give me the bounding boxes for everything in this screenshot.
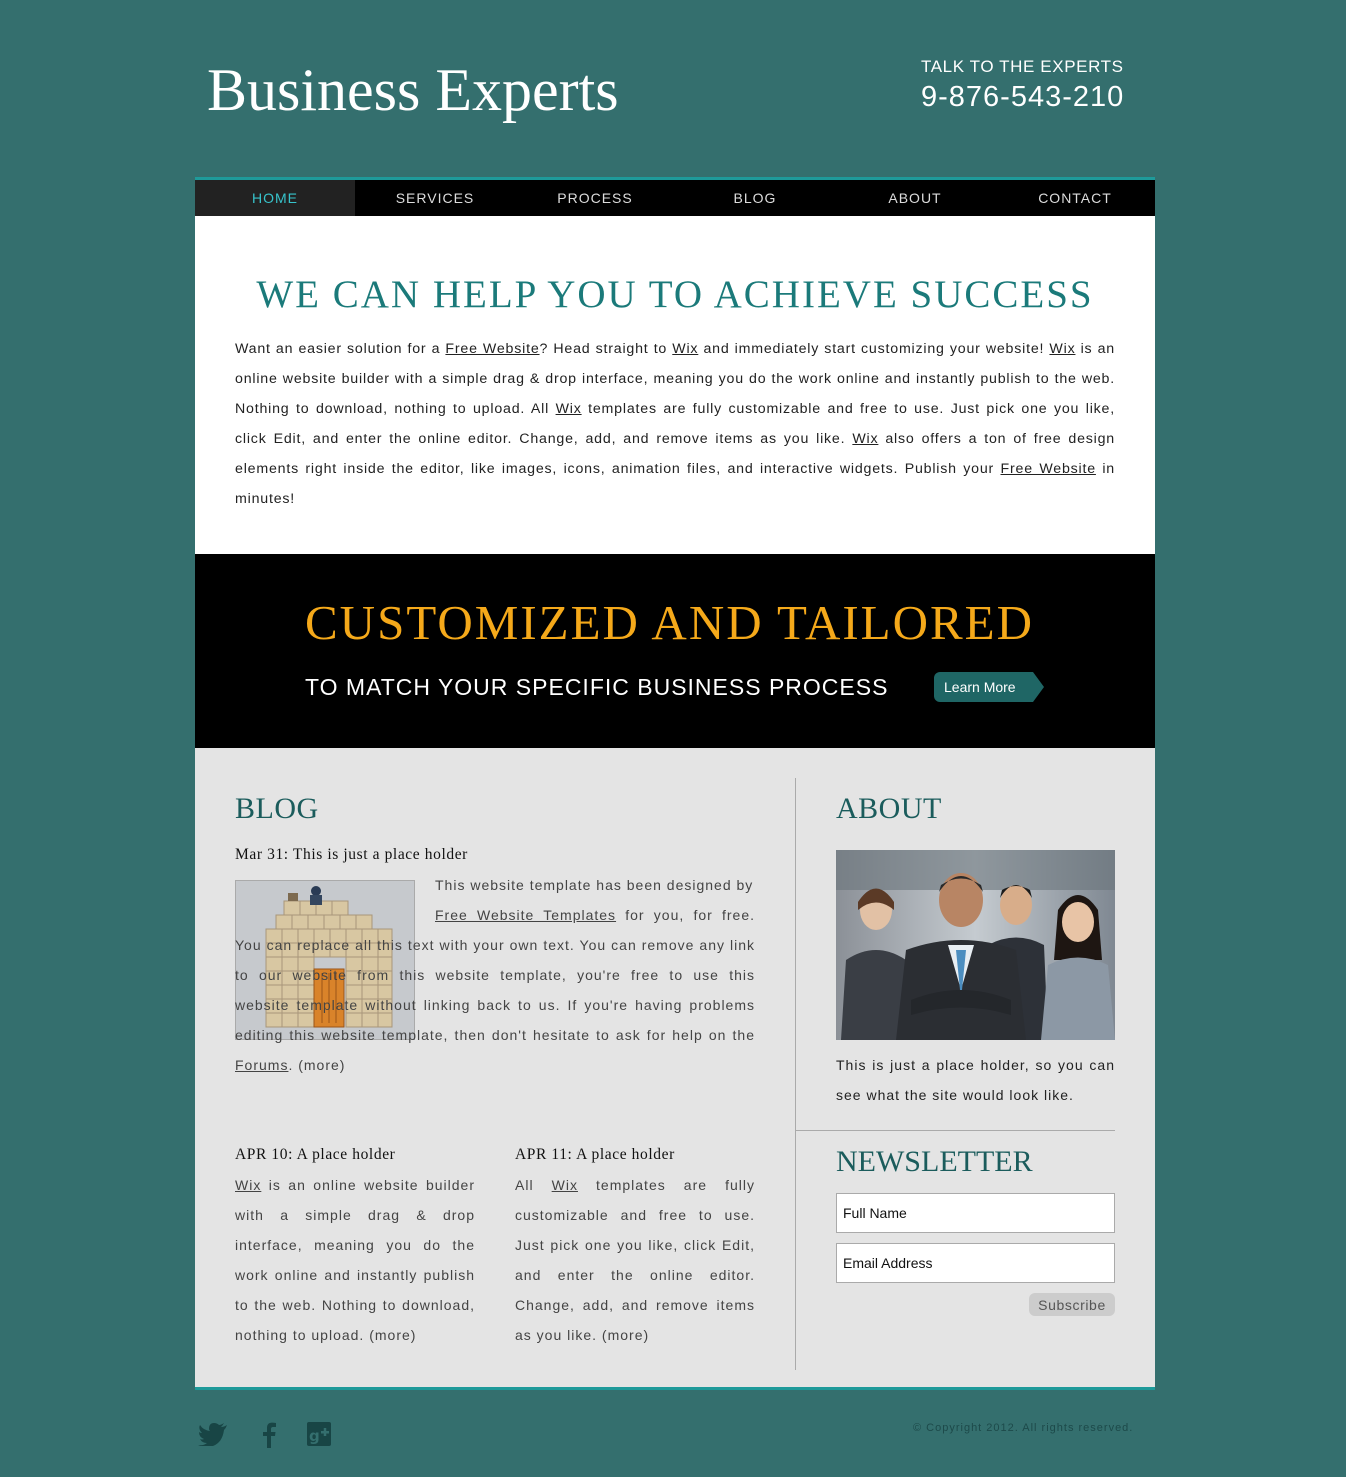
hero-text: and immediately start customizing your w…: [698, 341, 1050, 357]
post-text: This website template has been designed …: [435, 877, 754, 893]
free-website-link[interactable]: Free Website: [1001, 461, 1096, 477]
forums-link[interactable]: Forums: [235, 1057, 288, 1073]
facebook-icon[interactable]: [262, 1422, 276, 1453]
blog-post-text-cont: Free Website Templates for you, for free…: [235, 900, 755, 1080]
about-text: This is just a place holder, so you can …: [836, 1057, 1115, 1103]
banner-title: CUSTOMIZED AND TAILORED: [305, 595, 1034, 650]
nav-blog[interactable]: BLOG: [675, 180, 835, 216]
wix-link[interactable]: Wix: [1049, 341, 1075, 357]
free-website-link[interactable]: Free Website: [445, 341, 539, 357]
blog-post-title[interactable]: Mar 31: This is just a place holder: [235, 846, 468, 864]
hero-text: Want an easier solution for a: [235, 341, 446, 357]
main-nav: HOME SERVICES PROCESS BLOG ABOUT CONTACT: [195, 177, 1155, 216]
nav-home[interactable]: HOME: [195, 180, 355, 216]
sidebar-divider: [796, 1130, 1115, 1131]
google-plus-icon[interactable]: g: [307, 1422, 331, 1451]
email-field[interactable]: Email Address: [836, 1243, 1115, 1283]
full-name-field[interactable]: Full Name: [836, 1193, 1115, 1233]
twitter-icon[interactable]: [198, 1422, 228, 1451]
nav-about[interactable]: ABOUT: [835, 180, 995, 216]
wix-link[interactable]: Wix: [852, 431, 878, 447]
hero-text: ? Head straight to: [539, 341, 673, 357]
blog-post-text: All Wix templates are fully customizable…: [515, 1170, 755, 1350]
post-text: is an online website builder with a simp…: [235, 1177, 475, 1343]
free-website-templates-link[interactable]: Free Website Templates: [435, 907, 616, 923]
about-title: ABOUT: [836, 792, 942, 825]
hero-title: WE CAN HELP YOU TO ACHIEVE SUCCESS: [256, 273, 1094, 316]
banner-subtitle: TO MATCH YOUR SPECIFIC BUSINESS PROCESS: [305, 674, 889, 700]
about-team-photo: [836, 850, 1115, 1040]
promo-banner: CUSTOMIZED AND TAILORED TO MATCH YOUR SP…: [195, 554, 1155, 748]
column-divider: [795, 778, 796, 1370]
post-text: . (more): [288, 1057, 346, 1073]
site-logo[interactable]: Business Experts: [207, 56, 619, 125]
nav-contact[interactable]: CONTACT: [995, 180, 1155, 216]
post-text: All: [515, 1177, 552, 1193]
post-text: for you, for free. You can replace all t…: [235, 907, 755, 1043]
blog-post-title[interactable]: APR 10: A place holder: [235, 1146, 395, 1164]
hero-paragraph: Want an easier solution for a Free Websi…: [235, 334, 1115, 514]
svg-text:g: g: [309, 1427, 320, 1445]
wix-link[interactable]: Wix: [235, 1177, 261, 1193]
content-section: BLOG Mar 31: This is just a place holder: [195, 748, 1155, 1390]
wix-link[interactable]: Wix: [672, 341, 698, 357]
wix-link[interactable]: Wix: [556, 401, 582, 417]
nav-process[interactable]: PROCESS: [515, 180, 675, 216]
blog-post-text: This website template has been designed …: [435, 870, 755, 900]
blog-post-title[interactable]: APR 11: A place holder: [515, 1146, 675, 1164]
hero-section: WE CAN HELP YOU TO ACHIEVE SUCCESS Want …: [195, 216, 1155, 554]
blog-post-text: Wix is an online website builder with a …: [235, 1170, 475, 1350]
post-text: templates are fully customizable and fre…: [515, 1177, 756, 1343]
wix-link[interactable]: Wix: [552, 1177, 578, 1193]
talk-label: TALK TO THE EXPERTS: [921, 57, 1124, 76]
newsletter-title: NEWSLETTER: [836, 1145, 1033, 1178]
learn-more-button[interactable]: Learn More: [934, 672, 1044, 702]
copyright-text: © Copyright 2012. All rights reserved.: [913, 1422, 1134, 1434]
phone-number: 9-876-543-210: [921, 81, 1125, 113]
nav-services[interactable]: SERVICES: [355, 180, 515, 216]
blog-title: BLOG: [235, 792, 319, 825]
subscribe-button[interactable]: Subscribe: [1029, 1293, 1115, 1316]
